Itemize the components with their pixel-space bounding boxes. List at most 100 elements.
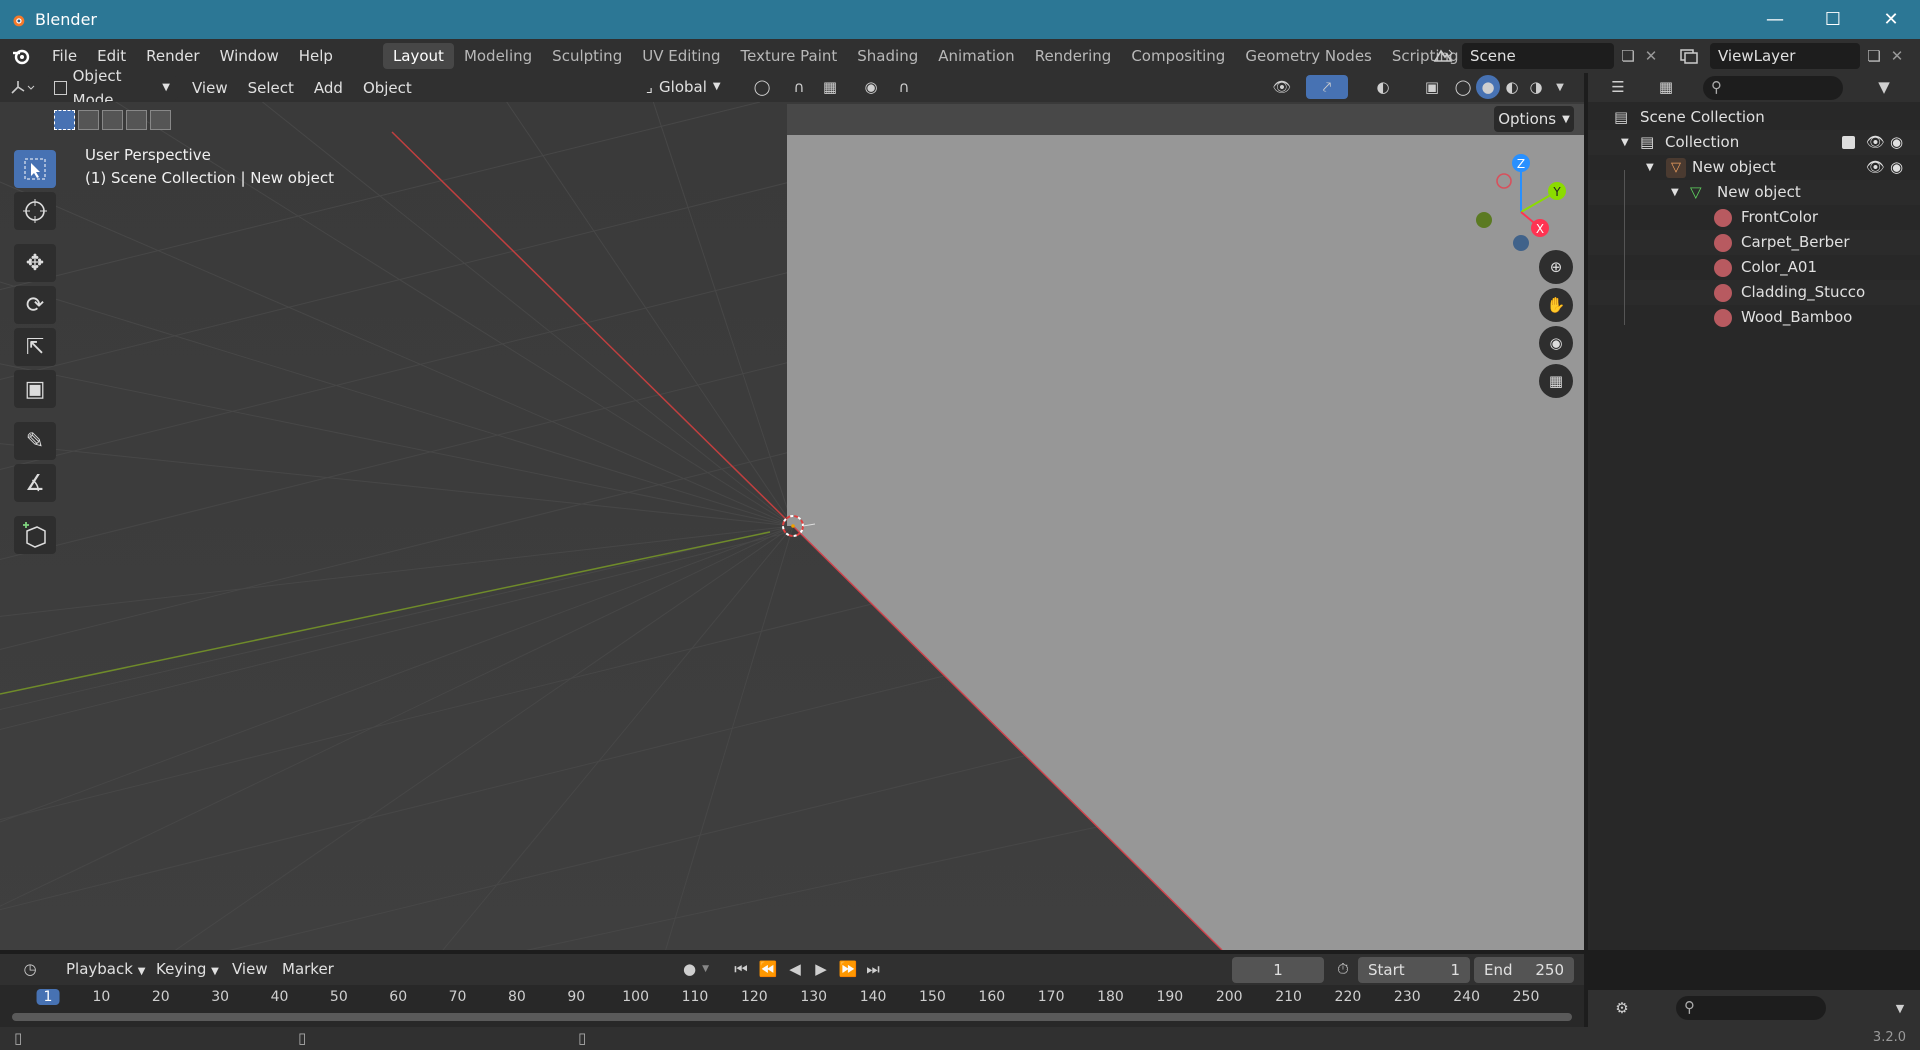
annotate-tool-icon[interactable]: ✎ xyxy=(14,422,56,460)
measure-tool-icon[interactable]: ∡ xyxy=(14,464,56,502)
current-frame-marker[interactable]: 1 xyxy=(36,989,60,1005)
frame-ruler[interactable]: 1 10 20 30 40 50 60 70 80 90 100 110 120 130 140 150 160… xyxy=(0,987,1584,1011)
select-extend-icon[interactable] xyxy=(78,110,99,130)
add-cube-tool-icon[interactable] xyxy=(14,516,56,554)
jump-start-icon[interactable]: ⏮ xyxy=(730,957,752,981)
tab-uv-editing[interactable]: UV Editing xyxy=(632,43,730,69)
menu-keying[interactable]: Keying ▼ xyxy=(148,957,227,981)
overlay-toggle-icon[interactable]: ◐ xyxy=(1362,75,1404,99)
select-new-icon[interactable] xyxy=(54,110,75,130)
outliner-row-material[interactable]: Carpet_Berber xyxy=(1588,230,1920,255)
xray-toggle-icon[interactable]: ▣ xyxy=(1420,75,1444,99)
current-frame-field[interactable]: 1 xyxy=(1232,957,1324,983)
display-mode-icon[interactable]: ▦ xyxy=(1646,75,1686,99)
play-icon[interactable]: ▶ xyxy=(808,957,834,981)
end-frame-field[interactable]: End 250 xyxy=(1474,957,1574,983)
select-box-tool-icon[interactable] xyxy=(14,150,56,188)
tab-rendering[interactable]: Rendering xyxy=(1025,43,1122,69)
navigation-gizmo[interactable]: Z Y X xyxy=(1468,147,1578,257)
tab-layout[interactable]: Layout xyxy=(382,43,454,69)
tab-animation[interactable]: Animation xyxy=(928,43,1024,69)
delete-viewlayer-icon[interactable]: ✕ xyxy=(1886,43,1908,69)
prev-keyframe-icon[interactable]: ⏪ xyxy=(754,957,782,981)
snap-toggle-icon[interactable]: ∩ xyxy=(786,75,812,99)
scene-browse-icon[interactable] xyxy=(1426,43,1460,69)
3d-viewport[interactable]: User Perspective (1) Scene Collection | … xyxy=(0,102,1584,950)
rotate-tool-icon[interactable]: ⟳ xyxy=(14,286,56,324)
outliner-row-mesh[interactable]: ▼ ▽ New object xyxy=(1588,180,1920,205)
timeline-scrollbar[interactable] xyxy=(12,1013,1572,1021)
outliner-row-material[interactable]: Cladding_Stucco xyxy=(1588,280,1920,305)
outliner-row-collection[interactable]: ▼ ▤ Collection 👁 ◉ xyxy=(1588,130,1920,155)
proportional-edit-icon[interactable]: ◉ xyxy=(858,75,884,99)
transform-tool-icon[interactable]: ▣ xyxy=(14,370,56,408)
outliner-row-object[interactable]: ▼ ▽ New object 👁 ◉ xyxy=(1588,155,1920,180)
shading-options-icon[interactable]: ▼ xyxy=(1550,75,1570,99)
wireframe-shading-icon[interactable]: ◯ xyxy=(1452,75,1474,99)
stopwatch-icon[interactable]: ⏱ xyxy=(1330,957,1356,981)
snap-target-icon[interactable]: ▦ xyxy=(812,75,848,99)
properties-search-input[interactable]: ⚲ xyxy=(1676,996,1826,1020)
menu-timeline-view[interactable]: View xyxy=(224,957,276,981)
menu-select[interactable]: Select xyxy=(240,76,302,100)
menu-help[interactable]: Help xyxy=(289,43,343,69)
solid-shading-icon[interactable]: ● xyxy=(1476,75,1500,99)
new-scene-icon[interactable]: ❏ xyxy=(1616,43,1640,69)
timeline-editor-type-icon[interactable]: ◷ xyxy=(10,957,50,981)
expand-arrow-icon[interactable]: ▼ xyxy=(1646,155,1654,180)
outliner-row-scene-collection[interactable]: ▤ Scene Collection xyxy=(1588,105,1920,130)
expand-arrow-icon[interactable]: ▼ xyxy=(1671,180,1679,205)
record-icon[interactable]: ● ▼ xyxy=(676,957,716,981)
play-reverse-icon[interactable]: ◀ xyxy=(782,957,808,981)
tab-texture-paint[interactable]: Texture Paint xyxy=(730,43,847,69)
exclude-checkbox[interactable] xyxy=(1842,136,1855,149)
move-tool-icon[interactable]: ✥ xyxy=(14,244,56,282)
rendered-shading-icon[interactable]: ◑ xyxy=(1524,75,1548,99)
menu-add[interactable]: Add xyxy=(306,76,351,100)
cursor-tool-icon[interactable] xyxy=(14,192,56,230)
render-camera-icon[interactable]: ◉ xyxy=(1890,130,1903,155)
material-shading-icon[interactable]: ◐ xyxy=(1500,75,1524,99)
menu-view[interactable]: View xyxy=(184,76,236,100)
mode-dropdown[interactable]: Object Mode ▼ xyxy=(46,67,178,109)
timeline-area[interactable]: 1 10 20 30 40 50 60 70 80 90 100 110 120 130 140 150 160… xyxy=(0,985,1584,1027)
select-subtract-icon[interactable] xyxy=(102,110,123,130)
pan-hand-icon[interactable]: ✋ xyxy=(1539,288,1573,322)
editor-type-icon[interactable] xyxy=(0,76,46,100)
scale-tool-icon[interactable]: ⇱ xyxy=(14,328,56,366)
falloff-icon[interactable]: ∩ xyxy=(886,75,922,99)
transform-orientation-dropdown[interactable]: ⌟ Global ▼ xyxy=(638,75,729,99)
scene-name-field[interactable]: Scene xyxy=(1462,43,1614,69)
filter-icon[interactable]: ▼ xyxy=(1864,75,1904,99)
gizmo-toggle-icon[interactable]: ⤤ xyxy=(1306,75,1348,99)
delete-scene-icon[interactable]: ✕ xyxy=(1640,43,1662,69)
viewlayer-name-field[interactable]: ViewLayer xyxy=(1710,43,1860,69)
close-window-button[interactable]: ✕ xyxy=(1862,0,1920,39)
visibility-eye-icon[interactable]: 👁 xyxy=(1866,130,1885,155)
visibility-icon[interactable]: 👁 xyxy=(1264,75,1300,99)
outliner-row-material[interactable]: FrontColor xyxy=(1588,205,1920,230)
minimize-button[interactable]: — xyxy=(1746,0,1804,39)
render-camera-icon[interactable]: ◉ xyxy=(1890,155,1903,180)
outliner-editor-type-icon[interactable]: ☰ xyxy=(1598,75,1638,99)
tab-sculpting[interactable]: Sculpting xyxy=(542,43,632,69)
expand-arrow-icon[interactable]: ▼ xyxy=(1621,130,1629,155)
tab-shading[interactable]: Shading xyxy=(847,43,928,69)
tab-compositing[interactable]: Compositing xyxy=(1121,43,1235,69)
tab-geometry-nodes[interactable]: Geometry Nodes xyxy=(1235,43,1382,69)
properties-editor-type-icon[interactable]: ⚙ xyxy=(1602,996,1642,1020)
outliner-row-material[interactable]: Wood_Bamboo xyxy=(1588,305,1920,330)
start-frame-field[interactable]: Start 1 xyxy=(1358,957,1470,983)
camera-view-icon[interactable]: ◉ xyxy=(1539,326,1573,360)
next-keyframe-icon[interactable]: ⏩ xyxy=(834,957,862,981)
jump-end-icon[interactable]: ⏭ xyxy=(862,957,884,981)
maximize-button[interactable]: ☐ xyxy=(1804,0,1862,39)
blender-menu-icon[interactable] xyxy=(0,46,42,66)
tab-modeling[interactable]: Modeling xyxy=(454,43,542,69)
zoom-icon[interactable]: ⊕ xyxy=(1539,250,1573,284)
menu-marker[interactable]: Marker xyxy=(274,957,342,981)
new-viewlayer-icon[interactable]: ❏ xyxy=(1862,43,1886,69)
pivot-point-icon[interactable]: ◯ xyxy=(744,75,780,99)
options-dropdown[interactable]: Options ▼ xyxy=(1494,106,1574,132)
menu-window[interactable]: Window xyxy=(210,43,289,69)
